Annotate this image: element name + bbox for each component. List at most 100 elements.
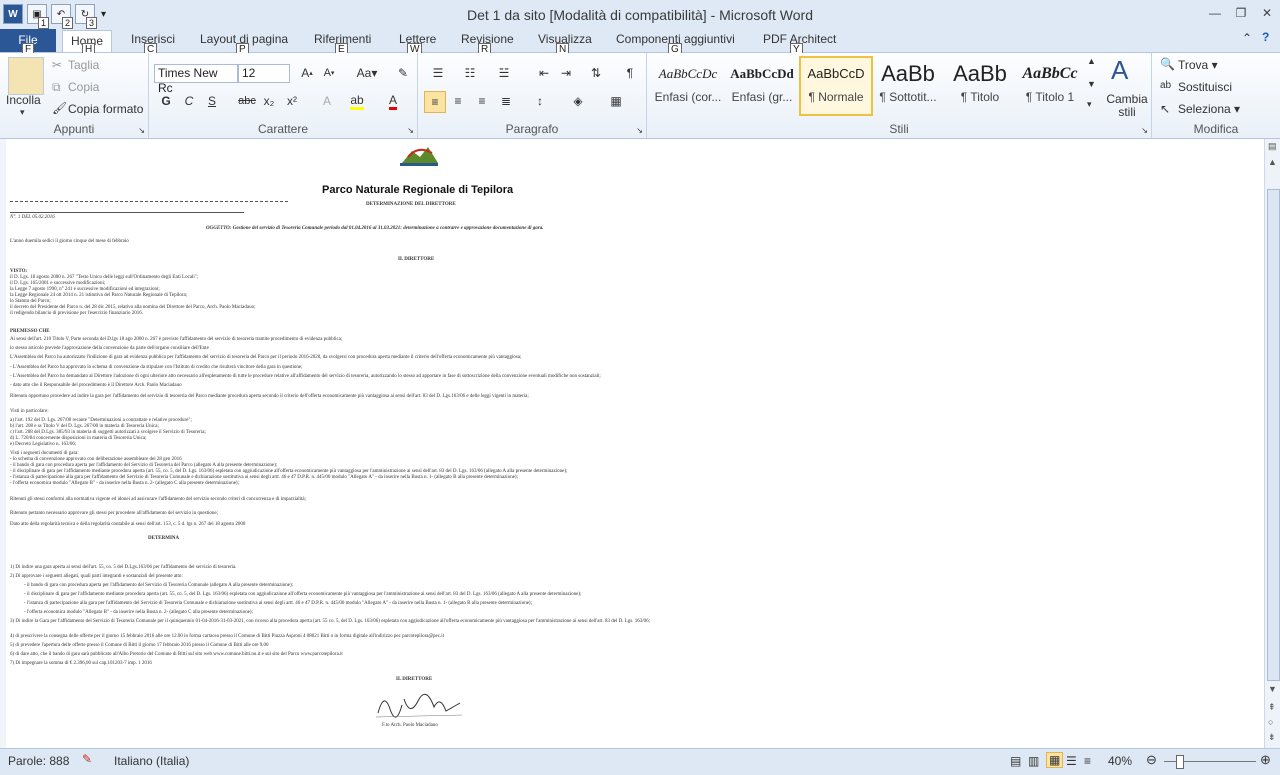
full-screen-reading-icon[interactable]: ▥ bbox=[1028, 754, 1039, 768]
bold-button[interactable]: G bbox=[156, 91, 176, 111]
ritenuti-paragraph: Ritenuti gli stessi conformi alla normat… bbox=[10, 497, 306, 502]
cut-icon[interactable]: ✂ bbox=[52, 58, 62, 72]
font-name-input[interactable]: Times New Rc bbox=[154, 64, 238, 95]
style-name: ¶ Normale bbox=[808, 90, 864, 104]
oggetto-line: OGGETTO: Gestione del servizio di Tesore… bbox=[206, 226, 544, 231]
show-marks-icon[interactable]: ¶ bbox=[620, 63, 640, 83]
select-browse-object-icon[interactable]: ○ bbox=[1268, 717, 1273, 727]
sort-icon[interactable]: ⇅ bbox=[586, 63, 606, 83]
italic-button[interactable]: C bbox=[179, 91, 199, 111]
style-sample: AaBbCcD bbox=[807, 66, 865, 81]
ruler-toggle-icon[interactable]: ▤ bbox=[1268, 141, 1277, 152]
outline-icon[interactable]: ☰ bbox=[1066, 754, 1077, 768]
determina-item: 6) di dare atto, che il bando di gara sa… bbox=[10, 652, 343, 657]
line-spacing-icon[interactable]: ↕ bbox=[530, 91, 550, 111]
date-line: L'anno duemila sedici il giorno cinque d… bbox=[10, 239, 129, 244]
paste-dropdown-icon[interactable]: ▾ bbox=[20, 107, 25, 118]
bullets-icon[interactable]: ☰ bbox=[428, 63, 448, 83]
paste-button[interactable]: Incolla bbox=[6, 93, 41, 107]
font-color-icon[interactable]: A bbox=[383, 91, 403, 111]
select-icon[interactable]: ↖ bbox=[1160, 102, 1170, 116]
change-case-icon[interactable]: Aa▾ bbox=[353, 63, 381, 83]
cut-button[interactable]: Taglia bbox=[68, 58, 99, 72]
replace-button[interactable]: Sostituisci bbox=[1178, 80, 1232, 94]
word-count[interactable]: Parole: 888 bbox=[8, 754, 69, 768]
proofing-icon[interactable]: ✎ bbox=[82, 752, 92, 766]
style-name: ¶ Sottotit... bbox=[879, 90, 937, 104]
scroll-thumb[interactable] bbox=[1267, 189, 1280, 681]
styles-scroll-down-icon[interactable]: ▼ bbox=[1087, 79, 1096, 89]
copy-button[interactable]: Copia bbox=[68, 80, 99, 94]
select-button[interactable]: Seleziona ▾ bbox=[1178, 102, 1240, 116]
numbering-icon[interactable]: ☷ bbox=[460, 63, 480, 83]
paste-icon[interactable] bbox=[8, 57, 44, 95]
font-size-input[interactable]: 12 bbox=[238, 64, 290, 83]
dialog-launcher-icon[interactable]: ↘ bbox=[1141, 126, 1148, 135]
draft-icon[interactable]: ≡ bbox=[1084, 754, 1091, 768]
style-titolo-1[interactable]: AaBbCc ¶ Titolo 1 bbox=[1015, 58, 1085, 114]
minimize-icon[interactable]: — bbox=[1202, 0, 1228, 26]
zoom-in-icon[interactable]: ⊕ bbox=[1260, 752, 1271, 768]
highlight-icon[interactable]: ab bbox=[347, 91, 367, 111]
grow-font-icon[interactable]: A ▴ bbox=[297, 63, 317, 83]
align-right-icon[interactable]: ≡ bbox=[472, 91, 492, 111]
previous-page-icon[interactable]: ⇞ bbox=[1268, 702, 1276, 713]
document-page[interactable]: Parco Naturale Regionale di Tepilora DET… bbox=[6, 139, 1264, 748]
zoom-level[interactable]: 40% bbox=[1108, 754, 1132, 768]
shading-icon[interactable]: ◈ bbox=[568, 91, 588, 111]
styles-scroll-up-icon[interactable]: ▲ bbox=[1087, 56, 1096, 66]
vertical-scrollbar[interactable]: ▤ ▲ ▼ ⇞ ○ ⇟ bbox=[1264, 139, 1280, 748]
language-indicator[interactable]: Italiano (Italia) bbox=[114, 754, 189, 768]
style-titolo[interactable]: AaBb ¶ Titolo bbox=[945, 58, 1015, 114]
format-painter-button[interactable]: Copia formato bbox=[68, 102, 143, 116]
dialog-launcher-icon[interactable]: ↘ bbox=[138, 126, 145, 135]
decrease-indent-icon[interactable]: ⇤ bbox=[534, 63, 554, 83]
determina-item: - l'istanza di partecipazione alla gara … bbox=[24, 601, 532, 606]
minimize-ribbon-icon[interactable]: ⌃ bbox=[1242, 31, 1252, 45]
copy-icon[interactable]: ⧉ bbox=[52, 80, 61, 95]
close-icon[interactable]: ✕ bbox=[1254, 0, 1280, 26]
dialog-launcher-icon[interactable]: ↘ bbox=[407, 126, 414, 135]
text-effects-icon[interactable]: A bbox=[317, 91, 337, 111]
web-layout-icon[interactable]: ▦ bbox=[1046, 752, 1064, 768]
change-styles-icon[interactable]: A bbox=[1111, 55, 1128, 86]
style-enfasi-grassetto[interactable]: AaBbCcDd Enfasi (gr... bbox=[727, 58, 797, 114]
print-layout-icon[interactable]: ▤ bbox=[1010, 754, 1021, 768]
signature-heading: IL DIRETTORE bbox=[396, 677, 433, 682]
zoom-out-icon[interactable]: ⊖ bbox=[1146, 752, 1157, 768]
superscript-icon[interactable]: x² bbox=[282, 91, 302, 111]
align-left-icon[interactable]: ≡ bbox=[424, 91, 446, 113]
restore-icon[interactable]: ❐ bbox=[1228, 0, 1254, 26]
premesso-item: lo stesso articolo prevede l'approvazion… bbox=[10, 346, 209, 351]
shrink-font-icon[interactable]: A ▾ bbox=[319, 63, 339, 83]
change-styles-button[interactable]: Cambia stili bbox=[1105, 93, 1149, 119]
align-center-icon[interactable]: ≡ bbox=[448, 91, 468, 111]
style-normale[interactable]: AaBbCcD ¶ Normale bbox=[799, 56, 873, 116]
replace-icon[interactable]: ab bbox=[1160, 80, 1171, 91]
zoom-slider-thumb[interactable] bbox=[1176, 755, 1184, 769]
style-name: ¶ Titolo 1 bbox=[1025, 90, 1075, 104]
scroll-down-icon[interactable]: ▼ bbox=[1268, 684, 1277, 694]
strikethrough-button[interactable]: abc bbox=[237, 91, 257, 111]
multilevel-list-icon[interactable]: ☱ bbox=[494, 63, 514, 83]
styles-more-icon[interactable]: ▾ bbox=[1087, 99, 1092, 110]
determina-item: 3) Di indire la Gara per l'affidamento d… bbox=[10, 619, 650, 624]
justify-icon[interactable]: ≣ bbox=[496, 91, 516, 111]
ribbon: Incolla ▾ ✂ Taglia ⧉ Copia 🖌 Copia forma… bbox=[0, 53, 1280, 139]
visto-item: il redigendo bilancio di previsione per … bbox=[10, 311, 143, 316]
format-painter-icon[interactable]: 🖌 bbox=[52, 101, 67, 115]
find-button[interactable]: Trova ▾ bbox=[1178, 58, 1218, 72]
style-enfasi-corsivo[interactable]: AaBbCcDc Enfasi (cor... bbox=[653, 58, 723, 114]
style-sottotitolo[interactable]: AaBb ¶ Sottotit... bbox=[873, 58, 943, 114]
find-icon[interactable]: 🔍 bbox=[1160, 57, 1175, 71]
scroll-up-icon[interactable]: ▲ bbox=[1268, 157, 1277, 167]
help-icon[interactable]: ? bbox=[1262, 30, 1269, 44]
dialog-launcher-icon[interactable]: ↘ bbox=[636, 126, 643, 135]
clear-formatting-icon[interactable]: ✎ bbox=[393, 63, 413, 83]
borders-icon[interactable]: ▦ bbox=[606, 91, 626, 111]
group-label-carattere: Carattere bbox=[257, 122, 309, 136]
underline-button[interactable]: S bbox=[202, 91, 222, 111]
subscript-icon[interactable]: x₂ bbox=[259, 91, 279, 111]
next-page-icon[interactable]: ⇟ bbox=[1268, 732, 1276, 743]
increase-indent-icon[interactable]: ⇥ bbox=[556, 63, 576, 83]
